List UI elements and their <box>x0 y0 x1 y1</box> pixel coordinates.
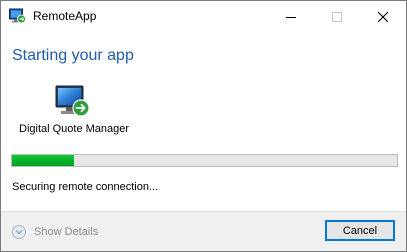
maximize-icon <box>332 11 342 22</box>
dialog-footer: Show Details Cancel <box>1 211 406 251</box>
remoteapp-dialog: RemoteApp Starting your app Digital Quot… <box>0 0 407 252</box>
remoteapp-icon <box>9 8 26 24</box>
remoteapp-monitor-icon <box>55 85 91 119</box>
status-text: Securing remote connection... <box>12 181 159 193</box>
cancel-button[interactable]: Cancel <box>325 220 395 241</box>
progress-fill <box>12 155 74 166</box>
close-icon <box>378 11 388 22</box>
maximize-button[interactable] <box>314 1 360 32</box>
minimize-icon <box>286 16 296 18</box>
show-details-label: Show Details <box>34 226 99 238</box>
window-title: RemoteApp <box>33 9 97 23</box>
title-bar[interactable]: RemoteApp <box>1 1 406 32</box>
show-details-toggle[interactable]: Show Details <box>12 224 98 240</box>
program-name: Digital Quote Manager <box>19 123 130 135</box>
minimize-button[interactable] <box>268 1 314 32</box>
cancel-label: Cancel <box>342 224 378 237</box>
page-title: Starting your app <box>12 47 134 64</box>
progress-bar <box>11 154 398 167</box>
chevron-down-icon <box>12 225 26 239</box>
close-button[interactable] <box>360 1 406 32</box>
